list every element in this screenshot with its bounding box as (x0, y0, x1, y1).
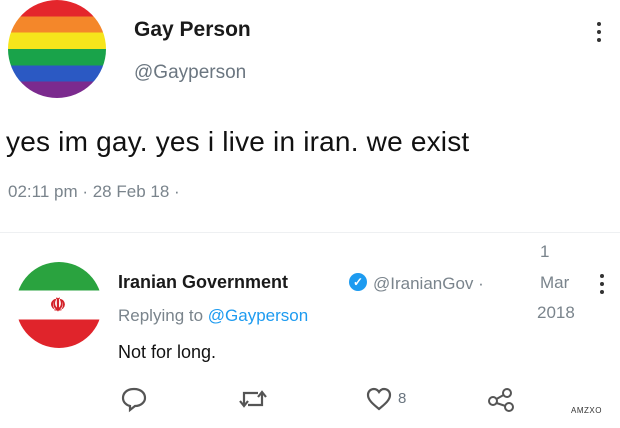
separator-dot: · (478, 274, 484, 293)
reply-date-month: Mar (540, 273, 570, 292)
watermark: AMZXO (571, 406, 602, 415)
verified-badge-icon: ✓ (349, 273, 367, 291)
reply-date-day: 1 (540, 242, 550, 261)
divider (0, 232, 620, 233)
replying-label: Replying to (118, 306, 204, 325)
tweet-timestamp: 02:11 pm · 28 Feb 18 · (8, 182, 180, 201)
reply-user-handle[interactable]: @IranianGov · (373, 274, 484, 294)
iran-emblem-icon: ☫ (49, 295, 67, 315)
retweet-icon[interactable] (238, 385, 268, 413)
like-count: 8 (398, 390, 407, 407)
more-vertical-icon[interactable] (597, 22, 603, 46)
reply-display-name[interactable]: Iranian Government (118, 272, 288, 293)
reply-date-year: 2018 (537, 303, 575, 322)
avatar-rainbow-flag[interactable] (8, 0, 106, 98)
replying-mention-link[interactable]: @Gayperson (208, 306, 308, 325)
share-icon[interactable] (486, 385, 516, 413)
reply-text: Not for long. (118, 342, 217, 362)
reply-handle-text[interactable]: @IranianGov (373, 274, 473, 293)
user-handle[interactable]: @Gayperson (134, 62, 246, 84)
replying-to: Replying to @Gayperson (118, 306, 308, 326)
tweet-text: yes im gay. yes i live in iran. we exist (6, 126, 470, 157)
display-name[interactable]: Gay Person (134, 18, 251, 42)
reply-icon[interactable] (120, 385, 148, 413)
reply-more-vertical-icon[interactable] (600, 274, 606, 298)
like-heart-icon[interactable] (365, 385, 393, 413)
